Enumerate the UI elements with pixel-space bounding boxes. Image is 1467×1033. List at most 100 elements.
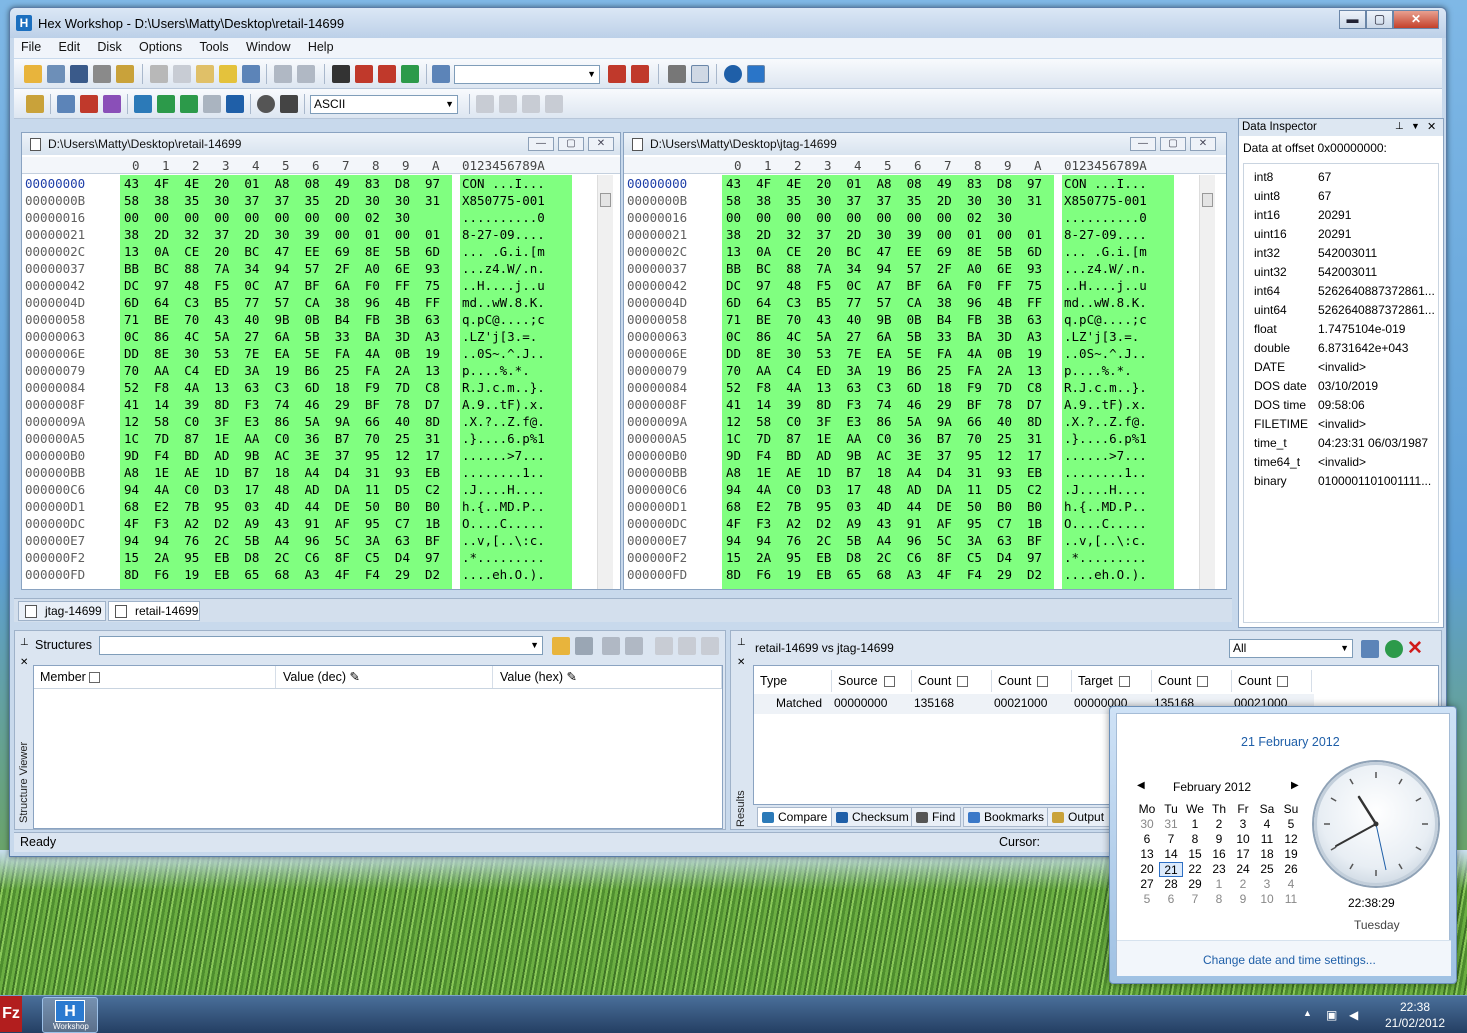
ascii-row[interactable]: .X.?..Z.f@. xyxy=(1064,413,1174,430)
ascii-row[interactable]: .J....H.... xyxy=(1064,481,1174,498)
pane-close-button[interactable]: ✕ xyxy=(1190,137,1216,151)
calendar-day[interactable]: 23 xyxy=(1207,862,1231,877)
show-hidden-icons-icon[interactable]: ▲ xyxy=(1303,1008,1317,1022)
ascii-row[interactable]: ........1.. xyxy=(1064,464,1174,481)
hex-row[interactable]: A8 1E AE 1D B7 18 A4 D4 31 93 EB xyxy=(726,464,1054,481)
volume-icon[interactable]: ◀ xyxy=(1349,1008,1363,1022)
column-menu-icon[interactable] xyxy=(957,676,969,688)
tab-jtag[interactable]: jtag-14699 xyxy=(18,601,106,621)
compare-icon[interactable] xyxy=(57,95,75,113)
ascii-row[interactable]: q.pC@....;c xyxy=(1064,311,1174,328)
column-menu-icon[interactable] xyxy=(1037,676,1049,688)
network-icon[interactable]: ▣ xyxy=(1326,1008,1340,1022)
hex-row[interactable]: 9D F4 BD AD 9B AC 3E 37 95 12 17 xyxy=(726,447,1054,464)
copy-results-icon[interactable] xyxy=(1361,640,1379,658)
menu-file[interactable]: File xyxy=(14,38,48,56)
calendar-day[interactable]: 19 xyxy=(1279,847,1303,862)
ascii-row[interactable]: ....eh.O.). xyxy=(1064,566,1174,583)
last-icon[interactable] xyxy=(545,95,563,113)
hex-row[interactable]: 94 4A C0 D3 17 48 AD DA 11 D5 C2 xyxy=(124,481,452,498)
ascii-row[interactable]: A.9..tF).x. xyxy=(1064,396,1174,413)
open-icon[interactable] xyxy=(24,65,42,83)
ascii-row[interactable]: A.9..tF).x. xyxy=(462,396,572,413)
column-menu-icon[interactable] xyxy=(89,672,101,684)
wand-icon[interactable] xyxy=(26,95,44,113)
ascii-column[interactable]: CON ...I... X850775-001 ..........0 8-27-09… xyxy=(460,175,572,589)
hex-row[interactable]: DC 97 48 F5 0C A7 BF 6A F0 FF 75 xyxy=(726,277,1054,294)
calendar-day[interactable]: 26 xyxy=(1279,862,1303,877)
hex-row[interactable]: 1C 7D 87 1E AA C0 36 B7 70 25 31 xyxy=(726,430,1054,447)
hex-row[interactable]: BB BC 88 7A 34 94 57 2F A0 6E 93 xyxy=(124,260,452,277)
ascii-row[interactable]: ....eh.O.). xyxy=(462,566,572,583)
goto-icon[interactable] xyxy=(432,65,450,83)
hex-row[interactable]: 15 2A 95 EB D8 2C C6 8F C5 D4 97 xyxy=(726,549,1054,566)
results-tab-find[interactable]: Find xyxy=(911,807,962,827)
column-menu-icon[interactable] xyxy=(1197,676,1209,688)
column-menu-icon[interactable] xyxy=(1277,676,1289,688)
hex-row[interactable]: 4F F3 A2 D2 A9 43 91 AF 95 C7 1B xyxy=(124,515,452,532)
checksum-icon[interactable] xyxy=(134,95,152,113)
hex-row[interactable]: 00 00 00 00 00 00 00 00 02 30 xyxy=(726,209,1054,226)
hex-row[interactable]: 94 94 76 2C 5B A4 96 5C 3A 63 BF xyxy=(124,532,452,549)
hex-row[interactable]: 52 F8 4A 13 63 C3 6D 18 F9 7D C8 xyxy=(726,379,1054,396)
ascii-row[interactable]: .}....6.p%1 xyxy=(462,430,572,447)
ascii-row[interactable]: ..H....j..u xyxy=(462,277,572,294)
calendar-day[interactable]: 24 xyxy=(1231,862,1255,877)
hex-row[interactable]: DD 8E 30 53 7E EA 5E FA 4A 0B 19 xyxy=(726,345,1054,362)
calendar-day[interactable]: 4 xyxy=(1255,817,1279,832)
calendar-day[interactable]: 11 xyxy=(1279,892,1303,907)
calendar-day[interactable]: 30 xyxy=(1135,817,1159,832)
copy-icon[interactable] xyxy=(173,65,191,83)
hex-row[interactable]: 58 38 35 30 37 37 35 2D 30 30 31 xyxy=(124,192,452,209)
menu-tools[interactable]: Tools xyxy=(192,38,235,56)
calendar-day[interactable]: 10 xyxy=(1255,892,1279,907)
reopen-icon[interactable] xyxy=(47,65,65,83)
calendar-day[interactable]: 9 xyxy=(1231,892,1255,907)
ascii-row[interactable]: ...z4.W/.n. xyxy=(462,260,572,277)
pane-minimize-button[interactable]: — xyxy=(1130,137,1156,151)
hex-row[interactable]: 0C 86 4C 5A 27 6A 5B 33 BA 3D A3 xyxy=(124,328,452,345)
calendar-day[interactable]: 4 xyxy=(1279,877,1303,892)
ascii-row[interactable]: .}....6.p%1 xyxy=(1064,430,1174,447)
hex-row[interactable]: 52 F8 4A 13 63 C3 6D 18 F9 7D C8 xyxy=(124,379,452,396)
calendar-day[interactable]: 10 xyxy=(1231,832,1255,847)
calendar-day[interactable]: 5 xyxy=(1279,817,1303,832)
results-tab-output[interactable]: Output xyxy=(1047,807,1111,827)
results-tab-checksum[interactable]: Checksum xyxy=(831,807,915,827)
pane-title[interactable]: D:\Users\Matty\Desktop\jtag-14699 — ▢ ✕ xyxy=(624,133,1226,155)
ascii-row[interactable]: X850775-001 xyxy=(462,192,572,209)
find-previous-icon[interactable] xyxy=(355,65,373,83)
calendar-day[interactable]: 8 xyxy=(1207,892,1231,907)
paste-struct-icon[interactable] xyxy=(678,637,696,655)
calendar-day[interactable]: 1 xyxy=(1207,877,1231,892)
next-icon[interactable] xyxy=(522,95,540,113)
close-icon[interactable]: ✕ xyxy=(737,657,745,668)
redo-icon[interactable] xyxy=(297,65,315,83)
vertical-scrollbar[interactable] xyxy=(597,175,613,589)
hex-row[interactable]: 15 2A 95 EB D8 2C C6 8F C5 D4 97 xyxy=(124,549,452,566)
ascii-row[interactable]: ..H....j..u xyxy=(1064,277,1174,294)
bookmark-next-icon[interactable] xyxy=(631,65,649,83)
menu-options[interactable]: Options xyxy=(132,38,189,56)
calendar-day[interactable]: 7 xyxy=(1183,892,1207,907)
calendar-day[interactable]: 22 xyxy=(1183,862,1207,877)
calendar-day[interactable]: 29 xyxy=(1183,877,1207,892)
results-column-header[interactable]: Target xyxy=(1072,670,1152,692)
save-icon[interactable] xyxy=(70,65,88,83)
calendar-date-title[interactable]: 21 February 2012 xyxy=(1117,735,1451,749)
hex-row[interactable]: BB BC 88 7A 34 94 57 2F A0 6E 93 xyxy=(726,260,1054,277)
hex-row[interactable]: A8 1E AE 1D B7 18 A4 D4 31 93 EB xyxy=(124,464,452,481)
copy-struct-icon[interactable] xyxy=(655,637,673,655)
ascii-row[interactable]: X850775-001 xyxy=(1064,192,1174,209)
goto-combo[interactable]: ▼ xyxy=(454,65,600,84)
title-bar[interactable]: H Hex Workshop - D:\Users\Matty\Desktop\… xyxy=(10,8,1446,38)
column-menu-icon[interactable] xyxy=(883,676,895,688)
hex-row[interactable]: 1C 7D 87 1E AA C0 36 B7 70 25 31 xyxy=(124,430,452,447)
hex-row[interactable]: DD 8E 30 53 7E EA 5E FA 4A 0B 19 xyxy=(124,345,452,362)
first-icon[interactable] xyxy=(476,95,494,113)
ascii-row[interactable]: .LZ'j[3.=. xyxy=(1064,328,1174,345)
folder-icon[interactable] xyxy=(575,637,593,655)
close-button[interactable]: ✕ xyxy=(1393,10,1439,29)
calendar-month[interactable]: February 2012 xyxy=(1173,780,1251,794)
remove-struct-icon[interactable] xyxy=(701,637,719,655)
